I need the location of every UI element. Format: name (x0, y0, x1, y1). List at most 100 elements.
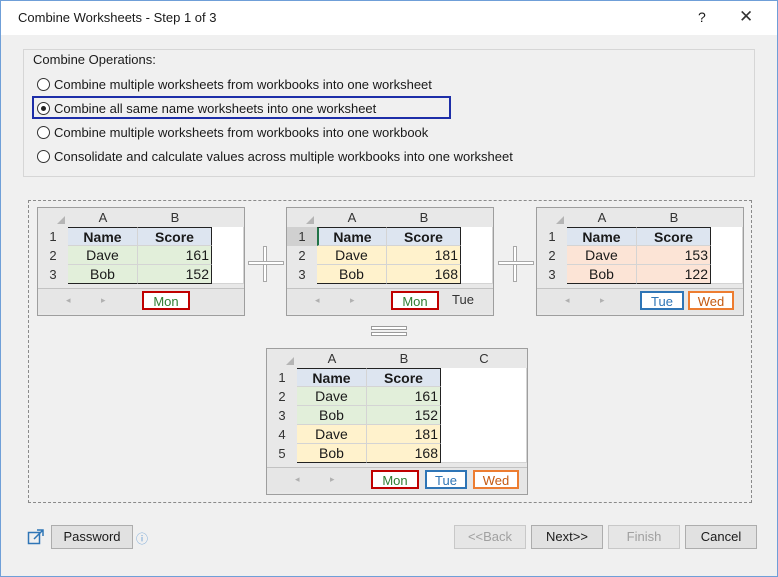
name-cell: Dave (297, 425, 367, 444)
option-combine-to-one-worksheet[interactable]: Combine multiple worksheets from workboo… (37, 74, 432, 94)
workbook-1-preview: A B 1 2 3 Name Score Dave 161 Bob 152 ◂ … (37, 207, 245, 316)
name-cell: Bob (68, 265, 138, 284)
finish-button[interactable]: Finish (608, 525, 680, 549)
empty-cells (441, 368, 527, 463)
header-cell: Score (387, 227, 461, 246)
title-bar: Combine Worksheets - Step 1 of 3 ? ✕ (1, 1, 777, 35)
cancel-button[interactable]: Cancel (685, 525, 757, 549)
window-title: Combine Worksheets - Step 1 of 3 (18, 10, 217, 25)
name-cell: Bob (297, 444, 367, 463)
info-icon[interactable]: ⓘ (136, 530, 148, 547)
row-header: 2 (537, 246, 567, 265)
column-header: B (367, 349, 441, 368)
password-button[interactable]: Password (51, 525, 133, 549)
score-cell: 161 (367, 387, 441, 406)
name-cell: Bob (317, 265, 387, 284)
radio-button[interactable] (37, 149, 50, 163)
score-cell: 168 (367, 444, 441, 463)
header-cell: Score (138, 227, 212, 246)
header-cell: Score (637, 227, 711, 246)
column-header: A (297, 349, 367, 368)
radio-button[interactable] (37, 77, 50, 91)
combine-operations-legend: Combine Operations: (31, 52, 158, 67)
option-combine-to-one-workbook[interactable]: Combine multiple worksheets from workboo… (37, 122, 428, 142)
row-header: 2 (38, 246, 68, 265)
workbook-2-preview: A B 1 2 3 Name Score Dave 181 Bob 168 ◂ … (286, 207, 494, 316)
score-cell: 161 (138, 246, 212, 265)
back-button[interactable]: <<Back (454, 525, 526, 549)
sheet-tab-bar: ◂ ▸ Tue Wed (537, 288, 743, 313)
option-label: Combine multiple worksheets from workboo… (54, 124, 429, 140)
column-header: A (317, 208, 387, 227)
column-header: A (567, 208, 637, 227)
score-cell: 181 (387, 246, 461, 265)
column-header: C (441, 349, 527, 368)
row-header: 2 (267, 387, 297, 406)
tab-nav-arrows: ◂ ▸ (295, 474, 349, 484)
sheet-tab-bar: ◂ ▸ Mon Tue (287, 288, 493, 313)
score-cell: 152 (367, 406, 441, 425)
row-header: 4 (267, 425, 297, 444)
external-link-icon[interactable] (27, 528, 45, 546)
equals-bar-bottom (371, 332, 407, 336)
name-cell: Dave (567, 246, 637, 265)
select-all-corner (38, 208, 68, 227)
equals-bar-top (371, 326, 407, 330)
help-button[interactable]: ? (698, 9, 706, 25)
sheet-tab-bar: ◂ ▸ Mon (38, 288, 244, 313)
plus-icon (248, 246, 284, 282)
row-header: 3 (287, 265, 317, 284)
dialog-window: Combine Worksheets - Step 1 of 3 ? ✕ Com… (0, 0, 778, 577)
select-all-corner (267, 349, 297, 368)
name-cell: Bob (567, 265, 637, 284)
sheet-tab-mon: Mon (142, 291, 190, 310)
sheet-tab-mon: Mon (391, 291, 439, 310)
score-cell: 168 (387, 265, 461, 284)
row-header: 5 (267, 444, 297, 463)
tab-nav-arrows: ◂ ▸ (66, 295, 120, 305)
row-header: 1 (287, 227, 317, 246)
sheet-tab-bar: ◂ ▸ Mon Tue Wed (267, 467, 527, 492)
next-button[interactable]: Next>> (531, 525, 603, 549)
name-cell: Dave (317, 246, 387, 265)
empty-cells (461, 227, 493, 284)
header-cell: Name (297, 368, 367, 387)
column-header: B (138, 208, 212, 227)
sheet-tab-tue: Tue (640, 291, 684, 310)
name-cell: Bob (297, 406, 367, 425)
row-header: 1 (537, 227, 567, 246)
empty-cells (212, 227, 244, 284)
column-header: B (637, 208, 711, 227)
row-header: 3 (267, 406, 297, 425)
name-cell: Dave (68, 246, 138, 265)
header-cell: Name (68, 227, 138, 246)
column-header: A (68, 208, 138, 227)
score-cell: 152 (138, 265, 212, 284)
tab-nav-arrows: ◂ ▸ (565, 295, 619, 305)
select-all-corner (537, 208, 567, 227)
option-consolidate-and-calculate[interactable]: Consolidate and calculate values across … (37, 146, 513, 166)
row-header: 1 (267, 368, 297, 387)
workbook-3-preview: A B 1 2 3 Name Score Dave 153 Bob 122 ◂ … (536, 207, 744, 316)
close-button[interactable]: ✕ (739, 7, 753, 27)
row-header: 2 (287, 246, 317, 265)
score-cell: 153 (637, 246, 711, 265)
sheet-tab-tue: Tue (452, 292, 474, 307)
name-cell: Dave (297, 387, 367, 406)
empty-cells (711, 227, 743, 284)
result-workbook-preview: A B C 1 2 3 4 5 Name Score Dave 161 Bob … (266, 348, 528, 495)
sheet-tab-wed: Wed (473, 470, 519, 489)
tab-nav-arrows: ◂ ▸ (315, 295, 369, 305)
option-label: Consolidate and calculate values across … (54, 148, 513, 164)
header-cell: Score (367, 368, 441, 387)
score-cell: 122 (637, 265, 711, 284)
equals-icon (371, 326, 407, 336)
radio-button[interactable] (37, 125, 50, 139)
sheet-tab-mon: Mon (371, 470, 419, 489)
plus-icon (498, 246, 534, 282)
sheet-tab-tue: Tue (425, 470, 467, 489)
option-label: Combine multiple worksheets from workboo… (54, 76, 432, 92)
header-cell: Name (317, 227, 387, 246)
sheet-tab-wed: Wed (688, 291, 734, 310)
column-header: B (387, 208, 461, 227)
